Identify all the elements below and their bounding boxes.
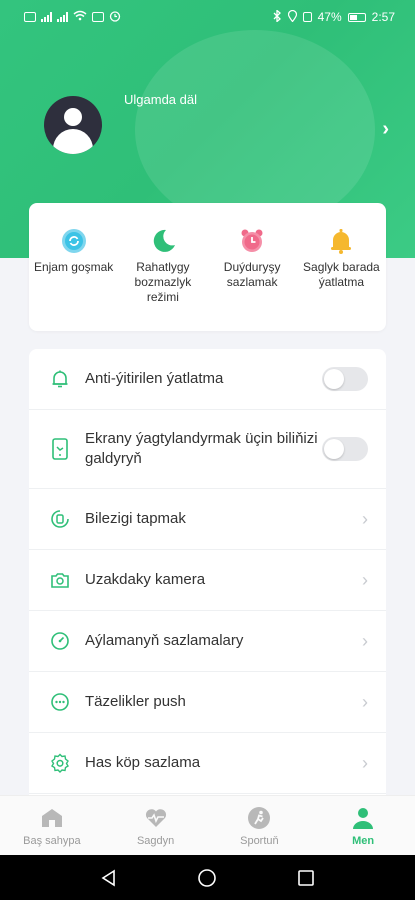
setting-label: Has köp sazlama bbox=[85, 754, 201, 771]
system-navigation-bar bbox=[0, 855, 415, 900]
chevron-right-icon: › bbox=[362, 691, 368, 712]
raise-to-wake-toggle[interactable] bbox=[322, 437, 368, 461]
quick-action-label: Saglyk barada ýatlatma bbox=[303, 260, 380, 289]
camera-icon bbox=[49, 569, 71, 591]
setting-dial-settings[interactable]: Aýlamanyň sazlamalary › bbox=[29, 611, 386, 672]
chevron-right-icon: › bbox=[362, 630, 368, 651]
bell-outline-icon bbox=[49, 368, 71, 390]
setting-label: Anti-ýitirilen ýatlatma bbox=[85, 370, 224, 387]
location-icon bbox=[287, 9, 297, 25]
signal-icon bbox=[41, 12, 52, 22]
clock: 2:57 bbox=[371, 10, 395, 24]
quick-action-label: Rahatlygy bozmazlyk režimi bbox=[134, 260, 192, 304]
quick-actions-card: Enjam goşmak Rahatlygy bozmazlyk režimi … bbox=[29, 203, 386, 331]
home-icon bbox=[39, 805, 65, 831]
header-decoration bbox=[135, 30, 375, 230]
phone-wrist-icon bbox=[49, 438, 71, 460]
quick-action-label: Enjam goşmak bbox=[33, 260, 114, 274]
battery-percent: 47% bbox=[317, 10, 342, 24]
quick-action-alarm[interactable]: Duýduryşy sazlamak bbox=[212, 228, 292, 331]
running-icon bbox=[246, 805, 272, 831]
tab-home[interactable]: Baş sahypa bbox=[2, 805, 102, 847]
tab-me[interactable]: Men bbox=[313, 805, 413, 847]
tab-label: Sportuň bbox=[240, 834, 279, 847]
home-circle-icon[interactable] bbox=[196, 867, 218, 889]
tab-label: Sagdyn bbox=[136, 834, 175, 847]
chevron-right-icon[interactable]: › bbox=[382, 118, 389, 141]
quick-action-do-not-disturb[interactable]: Rahatlygy bozmazlyk režimi bbox=[123, 228, 203, 331]
refresh-circle-icon bbox=[61, 228, 87, 254]
bell-icon bbox=[328, 228, 354, 254]
setting-raise-to-wake[interactable]: Ekrany ýagtylandyrmak üçin biliňizi gald… bbox=[29, 410, 386, 489]
profile-name[interactable]: Ulgamda däl bbox=[124, 92, 197, 107]
setting-label: Uzakdaky kamera bbox=[85, 571, 206, 588]
back-icon[interactable] bbox=[98, 867, 120, 889]
bluetooth-icon bbox=[273, 8, 282, 25]
tab-sport[interactable]: Sportuň bbox=[209, 805, 309, 847]
vibrate-icon bbox=[302, 12, 312, 22]
quick-action-label: Duýduryşy sazlamak bbox=[223, 260, 281, 289]
signal-2-icon bbox=[57, 12, 68, 22]
avatar[interactable] bbox=[44, 96, 102, 154]
setting-label: Bilezigi tapmak bbox=[85, 510, 186, 527]
setting-remote-camera[interactable]: Uzakdaky kamera › bbox=[29, 550, 386, 611]
setting-label: Ekrany ýagtylandyrmak üçin biliňizi gald… bbox=[85, 430, 318, 467]
quick-action-add-device[interactable]: Enjam goşmak bbox=[34, 228, 114, 331]
setting-more-settings[interactable]: Has köp sazlama › bbox=[29, 733, 386, 794]
tab-health[interactable]: Sagdyn bbox=[106, 805, 206, 847]
sim-icon bbox=[24, 12, 36, 22]
tab-label: Baş sahypa bbox=[23, 834, 81, 847]
quick-action-health-reminder[interactable]: Saglyk barada ýatlatma bbox=[301, 228, 381, 331]
settings-list: Anti-ýitirilen ýatlatma Ekrany ýagtyland… bbox=[29, 349, 386, 795]
chevron-right-icon: › bbox=[362, 752, 368, 773]
person-icon bbox=[350, 805, 376, 831]
battery-icon bbox=[347, 12, 366, 22]
gear-icon bbox=[49, 752, 71, 774]
find-band-icon bbox=[49, 508, 71, 530]
chevron-right-icon: › bbox=[362, 569, 368, 590]
recents-icon[interactable] bbox=[295, 867, 317, 889]
message-dots-icon bbox=[49, 691, 71, 713]
moon-icon bbox=[150, 228, 176, 254]
dial-icon bbox=[49, 630, 71, 652]
wifi-icon bbox=[73, 10, 87, 24]
setting-label: Aýlamanyň sazlamalary bbox=[85, 632, 244, 649]
tab-label: Men bbox=[352, 834, 375, 847]
nfc-icon bbox=[92, 12, 104, 22]
status-bar: 47% 2:57 bbox=[0, 0, 415, 34]
setting-anti-lost-reminder[interactable]: Anti-ýitirilen ýatlatma bbox=[29, 349, 386, 410]
setting-find-band[interactable]: Bilezigi tapmak › bbox=[29, 489, 386, 550]
chevron-right-icon: › bbox=[362, 508, 368, 529]
alarm-status-icon bbox=[109, 10, 121, 25]
alarm-clock-icon bbox=[239, 228, 265, 254]
heart-pulse-icon bbox=[143, 805, 169, 831]
setting-label: Täzelikler push bbox=[85, 693, 186, 710]
bottom-tab-bar: Baş sahypa Sagdyn Sportuň Men bbox=[0, 795, 415, 855]
setting-news-push[interactable]: Täzelikler push › bbox=[29, 672, 386, 733]
anti-lost-toggle[interactable] bbox=[322, 367, 368, 391]
